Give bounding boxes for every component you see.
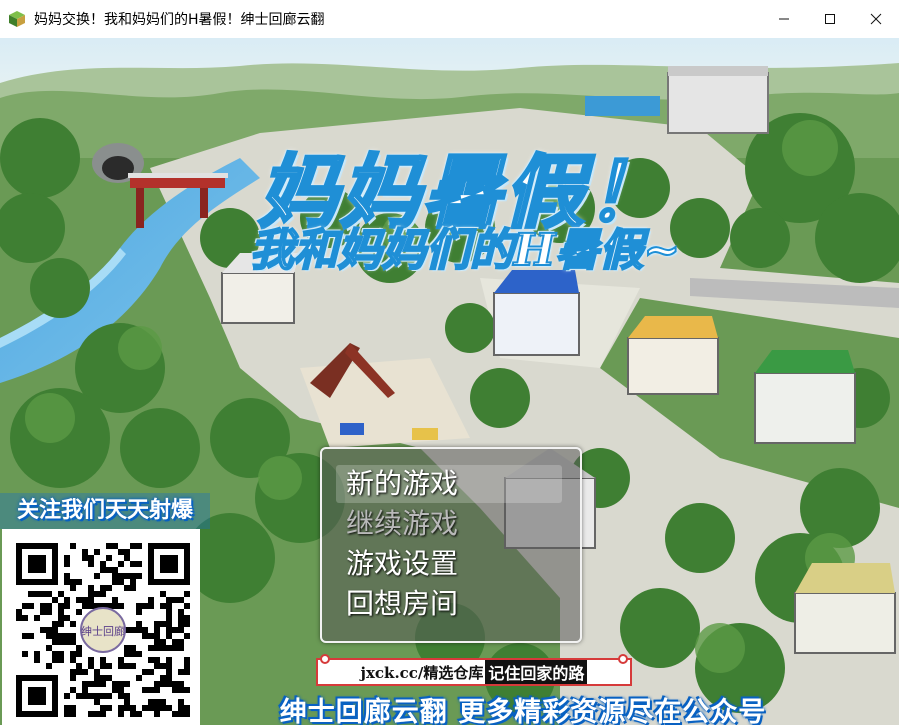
menu-new-game[interactable]: 新的游戏 [336, 465, 562, 503]
footer-promo-text: 绅士回廊云翻 更多精彩资源尽在公众号 [279, 697, 767, 725]
close-icon [870, 13, 882, 25]
maximize-icon [825, 14, 835, 24]
banner-pin-right-icon [618, 654, 628, 664]
banner-url: jxck.cc/精选仓库 [360, 663, 484, 682]
maximize-button[interactable] [807, 0, 853, 38]
window-title: 妈妈交换！我和妈妈们的H暑假！绅士回廊云翻 [34, 12, 325, 28]
qr-center-label: 绅士回廊 [81, 624, 125, 638]
menu-settings[interactable]: 游戏设置 [336, 545, 562, 583]
close-button[interactable] [853, 0, 899, 38]
promo-title: 关注我们天天射爆 [0, 493, 210, 529]
banner-pin-left-icon [320, 654, 330, 664]
menu-recollection-room[interactable]: 回想房间 [336, 585, 562, 623]
qr-code-icon: 绅士回廊 [12, 539, 190, 717]
banner-slogan: 记住回家的路 [485, 660, 588, 684]
game-logo-subtitle: 我和妈妈们的H暑假~ [249, 224, 681, 277]
menu-continue[interactable]: 继续游戏 [336, 505, 562, 543]
window-titlebar: 妈妈交换！我和妈妈们的H暑假！绅士回廊云翻 [0, 0, 899, 39]
game-app-icon [9, 11, 25, 27]
promo-qr-panel: 绅士回廊 [2, 529, 200, 725]
title-menu: 新的游戏 继续游戏 游戏设置 回想房间 [320, 447, 582, 643]
minimize-button[interactable] [761, 0, 807, 38]
game-viewport[interactable]: 妈妈暑假！ 我和妈妈们的H暑假~ 新的游戏 继续游戏 游戏设置 回想房间 关注我… [0, 38, 899, 725]
url-banner[interactable]: jxck.cc/精选仓库 记住回家的路 [316, 654, 632, 686]
minimize-icon [779, 18, 789, 20]
